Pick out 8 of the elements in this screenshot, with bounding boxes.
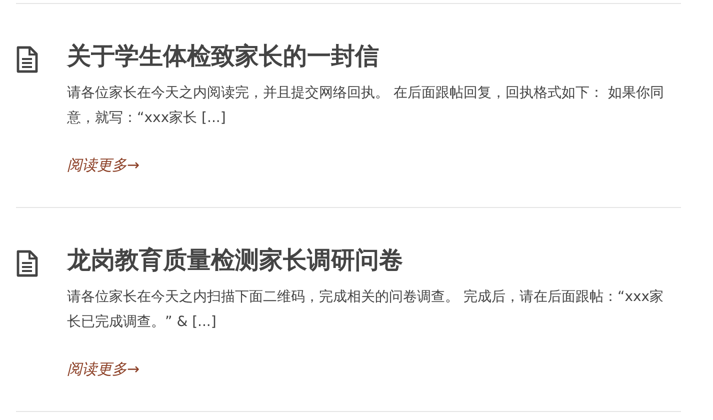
document-icon — [16, 250, 38, 277]
post-excerpt: 请各位家长在今天之内阅读完，并且提交网络回执。 在后面跟帖回复，回执格式如下： 如果你同意，就写：“xxx家长 [...] — [67, 84, 665, 128]
post-title[interactable]: 关于学生体检致家长的一封信 — [67, 40, 681, 72]
document-icon — [16, 46, 38, 73]
post-excerpt: 请各位家长在今天之内扫描下面二维码，完成相关的问卷调查。 完成后，请在后面跟帖：“xxx家长已完成调查。” & [...] — [67, 288, 665, 332]
post-title[interactable]: 龙岗教育质量检测家长调研问卷 — [67, 244, 681, 276]
read-more-link[interactable]: 阅读更多→ — [67, 357, 140, 382]
read-more-link[interactable]: 阅读更多→ — [67, 153, 140, 178]
